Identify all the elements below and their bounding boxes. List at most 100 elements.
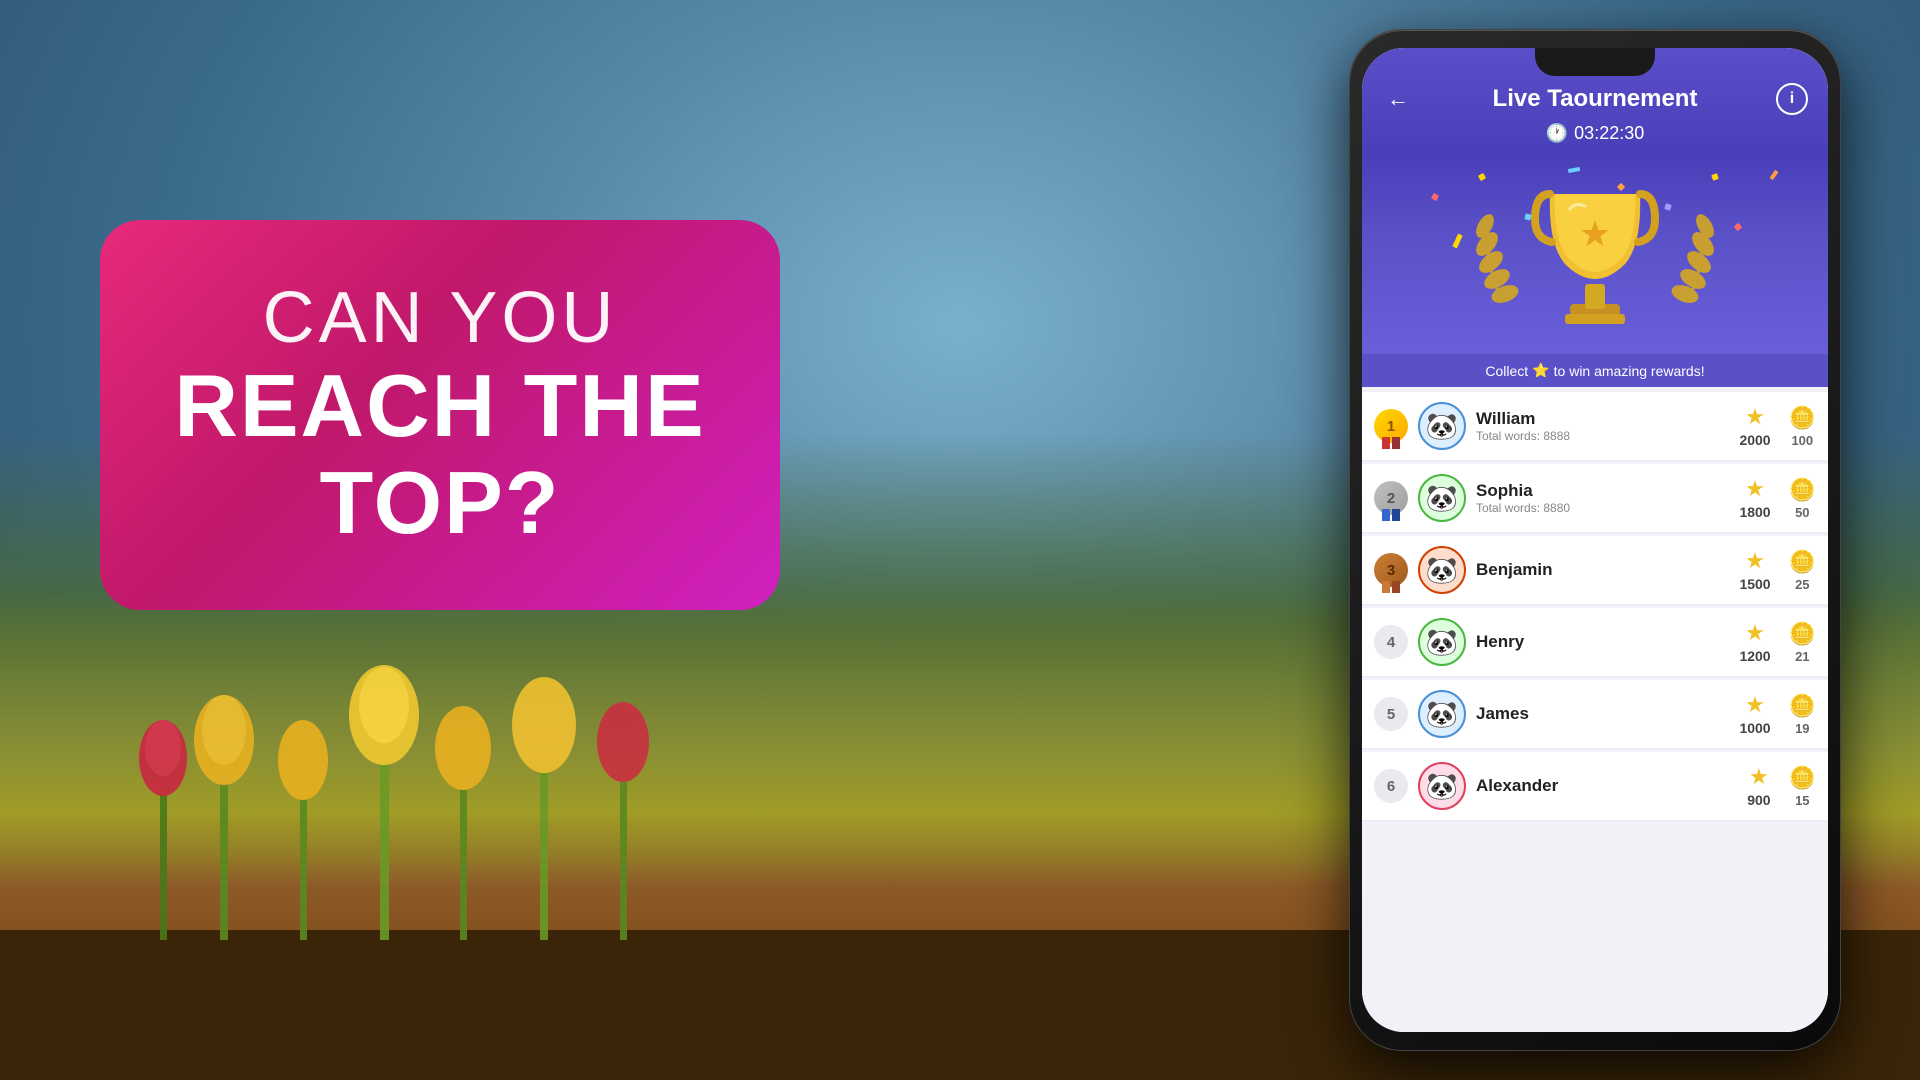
leaderboard-row[interactable]: 4 🐼 Henry ★ 1200 🪙 21: [1362, 608, 1828, 677]
phone-screen: ← Live Taournement i 🕐 03:22:30: [1362, 48, 1828, 1032]
score-area: ★ 900: [1747, 764, 1770, 808]
coins-area: 🪙 15: [1789, 765, 1816, 808]
reach-top-text: REACH THE TOP?: [174, 358, 705, 552]
coins-area: 🪙 50: [1789, 477, 1816, 520]
score-area: ★ 2000: [1739, 404, 1770, 448]
rank-number: 6: [1387, 778, 1395, 795]
rank-number: 5: [1387, 706, 1395, 723]
star-icon: ★: [1745, 548, 1765, 574]
coin-number: 100: [1791, 433, 1813, 448]
right-laurel-icon: [1665, 194, 1735, 314]
coin-icon: 🪙: [1789, 477, 1816, 503]
rank-badge-4: 4: [1374, 625, 1408, 659]
avatar-emoji: 🐼: [1426, 699, 1458, 730]
info-button[interactable]: i: [1776, 83, 1808, 115]
medal-ribbon-icon: [1374, 509, 1408, 521]
star-score: ★: [1745, 692, 1765, 718]
avatar-emoji: 🐼: [1426, 483, 1458, 514]
player-info: Henry: [1476, 632, 1729, 652]
leaderboard-row[interactable]: 6 🐼 Alexander ★ 900 🪙 15: [1362, 752, 1828, 821]
coin-icon: 🪙: [1789, 549, 1816, 575]
app-title: Live Taournement: [1414, 85, 1776, 113]
score-number: 1800: [1739, 504, 1770, 520]
score-number: 900: [1747, 792, 1770, 808]
timer-row: 🕐 03:22:30: [1382, 123, 1808, 144]
leaderboard-row[interactable]: 5 🐼 James ★ 1000 🪙 19: [1362, 680, 1828, 749]
rank-badge-6: 6: [1374, 769, 1408, 803]
player-avatar: 🐼: [1418, 402, 1466, 450]
score-area: ★ 1200: [1739, 620, 1770, 664]
phone-device: ← Live Taournement i 🕐 03:22:30: [1350, 30, 1840, 1050]
header-top-row: ← Live Taournement i: [1382, 83, 1808, 115]
collect-star: ⭐: [1532, 362, 1549, 379]
collect-bar: Collect ⭐ to win amazing rewards!: [1362, 354, 1828, 387]
player-name: Sophia: [1476, 481, 1729, 501]
rank-number: 2: [1387, 490, 1395, 507]
coin-number: 21: [1795, 649, 1809, 664]
star-score: ★: [1749, 764, 1769, 790]
player-name: Benjamin: [1476, 560, 1729, 580]
can-you-text: CAN YOU: [263, 279, 618, 358]
timer-value: 03:22:30: [1574, 123, 1644, 144]
player-name: James: [1476, 704, 1729, 724]
app-content: ← Live Taournement i 🕐 03:22:30: [1362, 48, 1828, 1032]
collect-text: Collect: [1485, 363, 1528, 379]
trophy-area: ★: [1362, 154, 1828, 354]
star-icon: ★: [1749, 764, 1769, 790]
player-name: Henry: [1476, 632, 1729, 652]
avatar-emoji: 🐼: [1426, 411, 1458, 442]
star-icon: ★: [1745, 692, 1765, 718]
rank-number: 3: [1387, 562, 1395, 579]
leaderboard-row[interactable]: 2 🐼 Sophia Total words: 8880 ★ 1800 🪙 50: [1362, 464, 1828, 533]
star-icon: ★: [1745, 476, 1765, 502]
leaderboard-row[interactable]: 1 🐼 William Total words: 8888 ★ 2000 🪙 1…: [1362, 392, 1828, 461]
score-number: 1000: [1739, 720, 1770, 736]
trophy-icon: ★: [1530, 174, 1660, 334]
phone-frame: ← Live Taournement i 🕐 03:22:30: [1350, 30, 1840, 1050]
coin-icon: 🪙: [1789, 405, 1816, 431]
coins-area: 🪙 19: [1789, 693, 1816, 736]
rank-badge-3: 3: [1374, 553, 1408, 587]
player-info: Sophia Total words: 8880: [1476, 481, 1729, 515]
collect-suffix: to win amazing rewards!: [1554, 363, 1705, 379]
avatar-emoji: 🐼: [1426, 555, 1458, 586]
rank-number: 4: [1387, 634, 1395, 651]
star-score: ★: [1745, 476, 1765, 502]
coin-icon: 🪙: [1789, 765, 1816, 791]
phone-notch: [1535, 48, 1655, 76]
player-avatar: 🐼: [1418, 618, 1466, 666]
player-info: Alexander: [1476, 776, 1737, 796]
score-number: 2000: [1739, 432, 1770, 448]
player-words: Total words: 8888: [1476, 429, 1729, 443]
player-avatar: 🐼: [1418, 762, 1466, 810]
coin-icon: 🪙: [1789, 693, 1816, 719]
rank-number: 1: [1387, 418, 1395, 435]
star-icon: ★: [1745, 404, 1765, 430]
star-score: ★: [1745, 620, 1765, 646]
leaderboard-row[interactable]: 3 🐼 Benjamin ★ 1500 🪙 25: [1362, 536, 1828, 605]
clock-icon: 🕐: [1546, 123, 1568, 144]
coins-area: 🪙 100: [1789, 405, 1816, 448]
player-name: Alexander: [1476, 776, 1737, 796]
coins-area: 🪙 25: [1789, 549, 1816, 592]
coins-area: 🪙 21: [1789, 621, 1816, 664]
rank-badge-5: 5: [1374, 697, 1408, 731]
star-icon: ★: [1745, 620, 1765, 646]
rank-badge-1: 1: [1374, 409, 1408, 443]
left-laurel-icon: [1455, 194, 1525, 314]
player-avatar: 🐼: [1418, 474, 1466, 522]
coin-number: 19: [1795, 721, 1809, 736]
player-info: Benjamin: [1476, 560, 1729, 580]
leaderboard-list: 1 🐼 William Total words: 8888 ★ 2000 🪙 1…: [1362, 387, 1828, 1032]
medal-ribbon-icon: [1374, 581, 1408, 593]
avatar-emoji: 🐼: [1426, 771, 1458, 802]
back-button[interactable]: ←: [1382, 83, 1414, 115]
player-info: James: [1476, 704, 1729, 724]
player-words: Total words: 8880: [1476, 501, 1729, 515]
coin-number: 25: [1795, 577, 1809, 592]
rank-badge-2: 2: [1374, 481, 1408, 515]
trophy-container: ★: [1455, 174, 1735, 334]
player-info: William Total words: 8888: [1476, 409, 1729, 443]
score-area: ★ 1800: [1739, 476, 1770, 520]
coin-number: 15: [1795, 793, 1809, 808]
